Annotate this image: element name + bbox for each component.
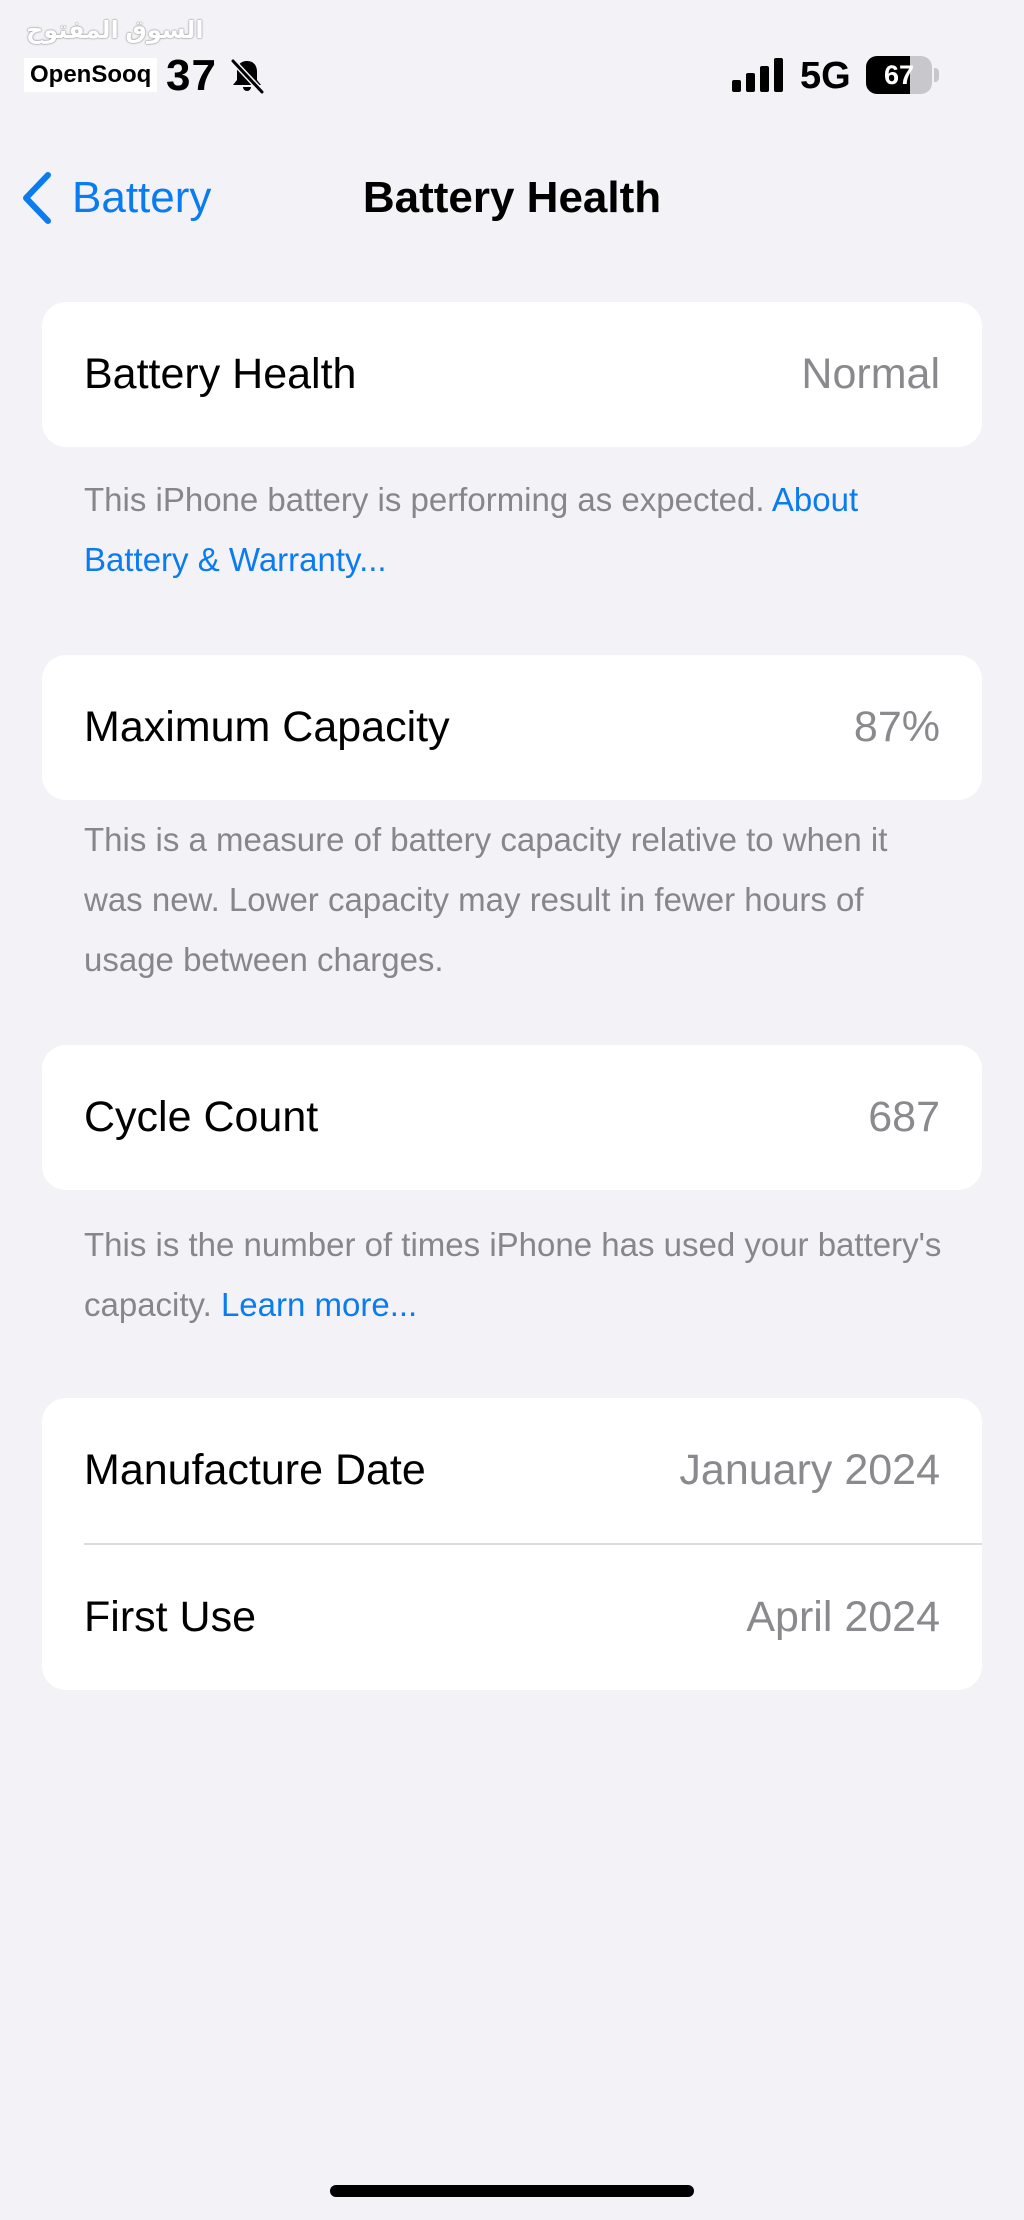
maximum-capacity-footer-text: This is a measure of battery capacity re…: [84, 821, 888, 978]
bell-slash-icon: [230, 58, 265, 95]
chevron-left-icon: [23, 172, 51, 224]
manufacture-date-value: January 2024: [679, 1446, 940, 1494]
status-bar: السوق المفتوح OpenSooq 37 5G 67: [0, 0, 1024, 120]
network-type: 5G: [800, 55, 851, 97]
first-use-row: First Use April 2024: [42, 1545, 982, 1690]
maximum-capacity-row: Maximum Capacity 87%: [42, 655, 982, 800]
battery-health-card: Battery Health Normal: [42, 302, 982, 447]
battery-health-footer-text: This iPhone battery is performing as exp…: [84, 481, 772, 518]
signal-bars-icon: [732, 58, 783, 92]
manufacture-date-label: Manufacture Date: [84, 1446, 426, 1494]
cycle-count-card: Cycle Count 687: [42, 1045, 982, 1190]
first-use-value: April 2024: [746, 1593, 940, 1641]
watermark-arabic-text: السوق المفتوح: [26, 17, 204, 44]
battery-tip: [934, 68, 939, 82]
battery-icon: 67: [866, 56, 940, 94]
maximum-capacity-card: Maximum Capacity 87%: [42, 655, 982, 800]
watermark-latin-text: OpenSooq: [24, 58, 158, 92]
back-button[interactable]: Battery: [20, 166, 211, 230]
status-time: 37: [166, 51, 217, 100]
battery-level-text: 67: [883, 60, 915, 90]
battery-health-footer: This iPhone battery is performing as exp…: [84, 470, 944, 590]
battery-health-label: Battery Health: [84, 350, 357, 398]
cycle-count-row: Cycle Count 687: [42, 1045, 982, 1190]
learn-more-link[interactable]: Learn more...: [221, 1286, 417, 1323]
maximum-capacity-value: 87%: [853, 703, 940, 751]
maximum-capacity-footer: This is a measure of battery capacity re…: [84, 810, 944, 990]
battery-health-value: Normal: [801, 350, 940, 398]
cycle-count-label: Cycle Count: [84, 1093, 319, 1141]
cycle-count-footer-text: This is the number of times iPhone has u…: [84, 1226, 942, 1323]
cycle-count-footer: This is the number of times iPhone has u…: [84, 1215, 944, 1335]
home-indicator[interactable]: [330, 2185, 694, 2197]
opensooq-watermark: السوق المفتوح OpenSooq: [24, 16, 204, 96]
battery-health-row: Battery Health Normal: [42, 302, 982, 447]
manufacture-date-row: Manufacture Date January 2024: [42, 1398, 982, 1543]
cycle-count-value: 687: [868, 1093, 940, 1141]
dates-card: Manufacture Date January 2024 First Use …: [42, 1398, 982, 1690]
back-label: Battery: [72, 173, 212, 222]
maximum-capacity-label: Maximum Capacity: [84, 703, 450, 751]
first-use-label: First Use: [84, 1593, 256, 1641]
